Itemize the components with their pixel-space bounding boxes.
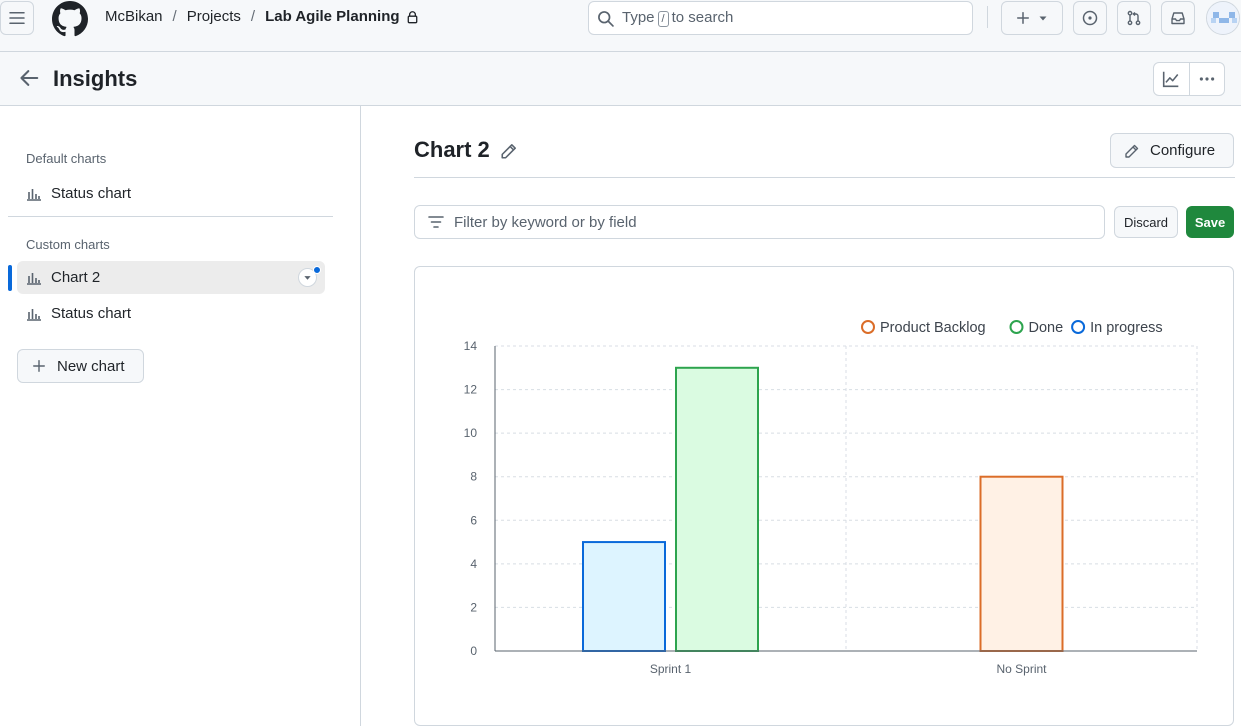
y-tick-label: 12 [464, 383, 478, 397]
y-tick-label: 8 [470, 470, 477, 484]
bar-chart-icon [27, 308, 41, 321]
legend-label: Product Backlog [880, 320, 986, 336]
x-tick-label: No Sprint [996, 662, 1047, 676]
pull-requests-button[interactable] [1117, 1, 1151, 35]
y-tick-label: 0 [470, 644, 477, 658]
search-input[interactable]: Type / to search [588, 1, 973, 35]
hamburger-icon [9, 12, 25, 24]
legend-marker [861, 320, 875, 334]
title-divider [414, 177, 1235, 178]
configure-button[interactable]: Configure [1110, 133, 1234, 168]
issues-button[interactable] [1073, 1, 1107, 35]
user-avatar[interactable] [1206, 1, 1240, 35]
graph-icon [1163, 71, 1179, 88]
legend-marker [1071, 320, 1086, 334]
graph-view-button[interactable] [1154, 63, 1189, 95]
legend-label: In progress [1090, 320, 1163, 336]
new-chart-button[interactable]: New chart [17, 349, 144, 383]
breadcrumb: McBikan / Projects / Lab Agile Planning [105, 8, 419, 25]
sidebar-item-label: Status chart [51, 305, 132, 322]
triangle-down-icon [304, 276, 311, 280]
bar-chart-icon [27, 272, 41, 285]
sidebar-item-custom-status-chart[interactable]: Status chart [17, 297, 325, 330]
charts-sidebar: Default charts Status chart Custom chart… [0, 106, 361, 726]
unsaved-changes-dot [313, 266, 321, 274]
git-pull-request-icon [1127, 10, 1141, 26]
lock-icon [407, 10, 417, 23]
bar-product-backlog [979, 475, 1064, 652]
github-logo-icon[interactable] [52, 1, 88, 37]
legend-label: Done [1029, 320, 1064, 336]
breadcrumb-separator: / [172, 8, 177, 25]
bar-in-progress [582, 541, 666, 653]
breadcrumb-projects[interactable]: Projects [187, 8, 241, 25]
arrow-left-icon[interactable] [18, 67, 40, 89]
menu-button[interactable] [0, 1, 34, 35]
legend-marker [1009, 320, 1024, 334]
issue-opened-icon [1082, 10, 1098, 26]
search-shortcut-key: / [657, 11, 669, 27]
y-tick-label: 14 [464, 339, 478, 353]
inbox-icon [1171, 12, 1185, 25]
sidebar-item-default-status-chart[interactable]: Status chart [17, 177, 325, 210]
filter-input[interactable] [454, 213, 1074, 231]
y-tick-label: 10 [464, 426, 478, 440]
insights-actions [1153, 62, 1225, 96]
discard-button[interactable]: Discard [1114, 206, 1178, 238]
bar-chart: 0 2 4 6 8 10 12 14 Sprint 1 No Sprint Product Back… [464, 320, 1198, 676]
kebab-horizontal-icon [1199, 77, 1215, 81]
more-options-button[interactable] [1188, 63, 1224, 95]
filter-icon [428, 216, 444, 228]
x-tick-label: Sprint 1 [650, 662, 692, 676]
sidebar-item-label: Status chart [51, 185, 132, 202]
avatar-pattern-icon [1207, 2, 1239, 34]
breadcrumb-owner[interactable]: McBikan [105, 8, 163, 25]
y-tick-label: 6 [470, 513, 477, 527]
plus-icon [33, 360, 45, 372]
bar-chart-icon [27, 188, 41, 201]
header-divider [987, 6, 988, 28]
search-icon [598, 10, 614, 27]
global-header: McBikan / Projects / Lab Agile Planning … [0, 0, 1241, 52]
custom-charts-heading: Custom charts [26, 237, 110, 252]
chart-panel: 0 2 4 6 8 10 12 14 Sprint 1 No Sprint Product Back… [414, 266, 1234, 726]
filter-bar [414, 205, 1105, 239]
search-placeholder: Type / to search [622, 9, 734, 27]
breadcrumb-project-name[interactable]: Lab Agile Planning [265, 8, 399, 25]
configure-label: Configure [1150, 142, 1216, 159]
triangle-down-icon [1039, 16, 1047, 21]
pencil-icon[interactable] [500, 142, 518, 160]
bar-done [675, 366, 759, 653]
active-item-indicator [8, 265, 12, 291]
plus-icon [1017, 12, 1029, 24]
chart-title: Chart 2 [414, 137, 490, 162]
y-tick-label: 4 [470, 557, 477, 571]
sidebar-item-chart-2[interactable]: Chart 2 [17, 261, 325, 294]
pencil-icon [1125, 144, 1139, 158]
create-new-button[interactable] [1001, 1, 1063, 35]
breadcrumb-separator: / [250, 8, 256, 25]
default-charts-heading: Default charts [26, 151, 107, 166]
insights-header: Insights [0, 52, 1241, 106]
inbox-button[interactable] [1161, 1, 1195, 35]
sidebar-divider [8, 216, 333, 217]
y-tick-label: 2 [470, 600, 477, 614]
sidebar-item-label: Chart 2 [51, 269, 101, 286]
save-button[interactable]: Save [1186, 206, 1234, 238]
new-chart-label: New chart [57, 357, 125, 375]
page-title: Insights [53, 66, 138, 91]
